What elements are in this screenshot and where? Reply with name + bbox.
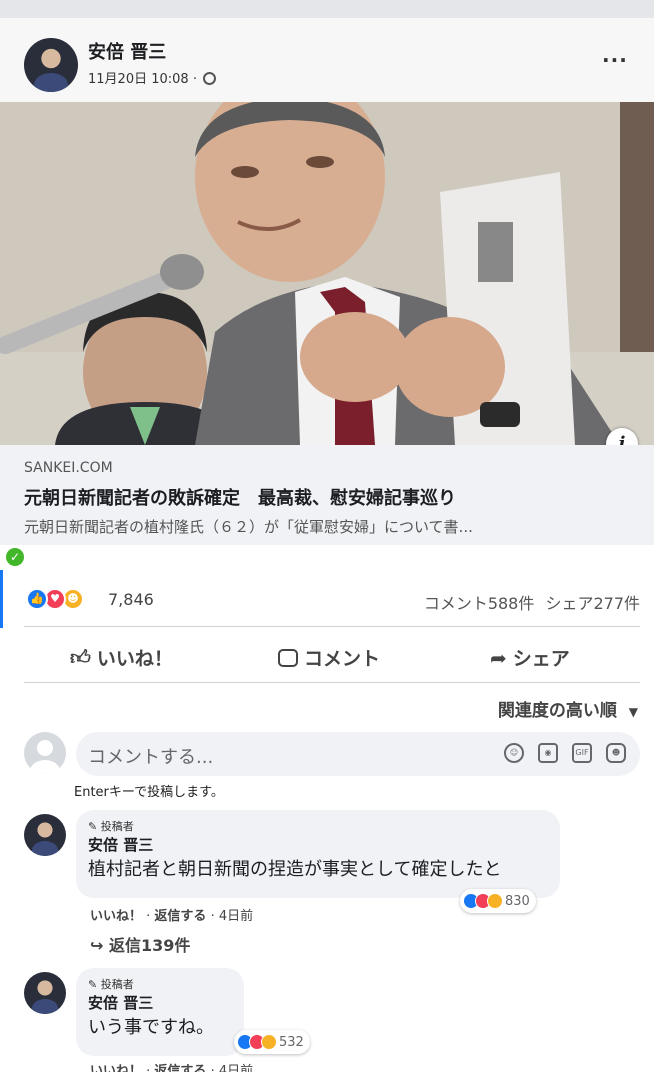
share-count[interactable]: シェア277件 bbox=[545, 594, 640, 613]
author-badge-label: 投稿者 bbox=[100, 820, 134, 833]
comment-placeholder: コメントする... bbox=[88, 747, 214, 768]
selection-accent-bar bbox=[0, 570, 3, 628]
author-badge: ✎ 投稿者 bbox=[88, 818, 548, 834]
comment-time[interactable]: 4日前 bbox=[219, 909, 253, 924]
comment-reaction-count: 830 bbox=[505, 893, 530, 909]
comment-bubble: ✎ 投稿者 安倍 晋三 いう事ですね。 bbox=[76, 968, 244, 1056]
reply-arrow-icon: ↪ bbox=[90, 936, 104, 955]
pencil-icon: ✎ bbox=[88, 820, 98, 833]
divider bbox=[24, 682, 640, 683]
reaction-count[interactable]: 7,846 bbox=[108, 590, 154, 609]
link-title[interactable]: 元朝日新聞記者の敗訴確定 最高裁、慰安婦記事巡り bbox=[24, 484, 456, 510]
author-badge: ✎ 投稿者 bbox=[88, 976, 232, 992]
comment-sort-dropdown[interactable]: 関連度の高い順 ▼ bbox=[498, 696, 638, 721]
haha-reaction-icon bbox=[261, 1034, 277, 1050]
post-stats: コメント588件 シェア277件 bbox=[424, 590, 640, 614]
comment-author-avatar[interactable] bbox=[24, 972, 66, 1014]
comment-count[interactable]: コメント588件 bbox=[424, 594, 535, 613]
replies-label: 返信139件 bbox=[108, 936, 191, 955]
timestamp-text: 11月20日 10:08 · bbox=[88, 72, 197, 87]
share-label: シェア bbox=[512, 648, 570, 670]
comment-bubble: ✎ 投稿者 安倍 晋三 植村記者と朝日新聞の捏造が事実として確定したと bbox=[76, 810, 560, 898]
like-reaction-icon: 👍 bbox=[26, 588, 48, 610]
author-name[interactable]: 安倍 晋三 bbox=[88, 38, 166, 64]
comment-author-name[interactable]: 安倍 晋三 bbox=[88, 834, 548, 855]
haha-reaction-icon bbox=[487, 893, 503, 909]
comment-reply-link[interactable]: 返信する bbox=[154, 909, 206, 924]
thumbs-up-icon: 👍︎ bbox=[70, 645, 91, 669]
sticker-icon[interactable]: ☻ bbox=[606, 743, 626, 763]
caret-down-icon: ▼ bbox=[628, 705, 638, 719]
comment-meta: いいね！ · 返信する · 4日前 bbox=[90, 909, 254, 924]
comment-text: いう事ですね。 bbox=[88, 1017, 214, 1038]
comment-author-avatar[interactable] bbox=[24, 814, 66, 856]
speech-bubble-icon bbox=[278, 648, 298, 667]
comment-reactions[interactable]: 830 bbox=[460, 889, 536, 913]
comment-author-name[interactable]: 安倍 晋三 bbox=[88, 992, 232, 1013]
link-domain: SANKEI.COM bbox=[24, 460, 113, 476]
comment-like-link[interactable]: いいね！ bbox=[90, 909, 142, 924]
comment-reactions[interactable]: 532 bbox=[234, 1030, 310, 1054]
view-replies-link[interactable]: ↪ 返信139件 bbox=[90, 932, 190, 956]
comment-button[interactable]: コメント bbox=[278, 644, 380, 671]
comment-time[interactable]: 4日前 bbox=[219, 1064, 253, 1072]
current-user-avatar bbox=[24, 732, 66, 774]
emoji-icon[interactable]: ☺ bbox=[504, 743, 524, 763]
camera-icon[interactable]: ◉ bbox=[538, 743, 558, 763]
link-description: 元朝日新聞記者の植村隆氏（６２）が「従軍慰安婦」について書... bbox=[24, 518, 473, 536]
article-photo[interactable] bbox=[0, 102, 654, 445]
more-options-button[interactable]: ··· bbox=[602, 48, 628, 72]
enter-to-post-hint: Enterキーで投稿します。 bbox=[74, 785, 224, 800]
globe-icon bbox=[203, 72, 217, 85]
share-button[interactable]: ➦ シェア bbox=[490, 644, 570, 671]
press-conference-photo bbox=[0, 102, 654, 445]
post-timestamp[interactable]: 11月20日 10:08 · bbox=[88, 68, 217, 87]
comment-text: 植村記者と朝日新聞の捏造が事実として確定したと bbox=[88, 859, 502, 880]
composer-tools: ☺ ◉ GIF ☻ bbox=[504, 743, 626, 763]
gif-icon[interactable]: GIF bbox=[572, 743, 592, 763]
verified-check-icon: ✓ bbox=[6, 548, 24, 566]
comment-reaction-count: 532 bbox=[279, 1034, 304, 1050]
share-arrow-icon: ➦ bbox=[490, 645, 507, 670]
comment-label: コメント bbox=[304, 648, 381, 670]
pencil-icon: ✎ bbox=[88, 978, 98, 991]
comment-reply-link[interactable]: 返信する bbox=[154, 1064, 206, 1072]
like-button[interactable]: 👍︎ いいね！ bbox=[70, 644, 173, 671]
sort-label: 関連度の高い順 bbox=[497, 701, 617, 721]
author-badge-label: 投稿者 bbox=[100, 978, 134, 991]
comment-like-link[interactable]: いいね！ bbox=[90, 1064, 142, 1072]
comment-input[interactable]: コメントする... ☺ ◉ GIF ☻ bbox=[76, 732, 640, 776]
comment-meta: いいね！ · 返信する · 4日前 bbox=[90, 1060, 253, 1072]
author-avatar[interactable] bbox=[24, 38, 78, 92]
divider bbox=[24, 626, 640, 627]
like-label: いいね！ bbox=[96, 648, 173, 670]
